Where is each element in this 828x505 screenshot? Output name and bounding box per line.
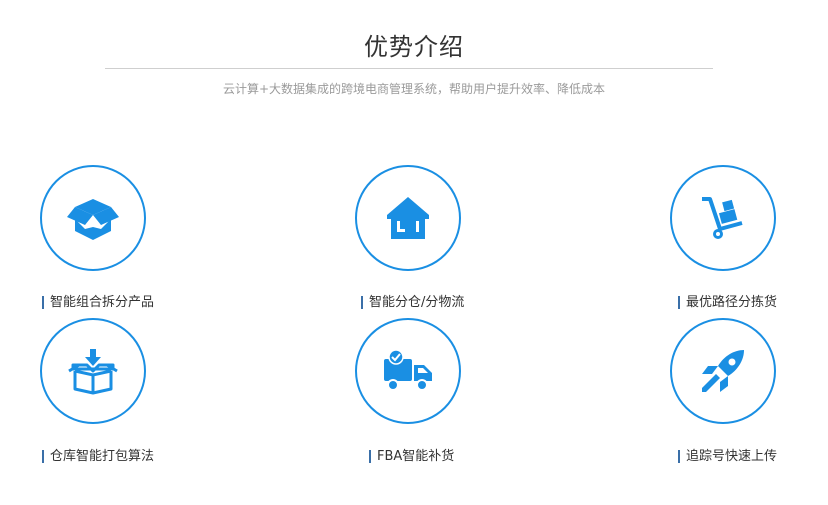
delivery-truck-icon	[384, 349, 432, 391]
icon-circle	[355, 318, 461, 424]
icon-circle	[670, 318, 776, 424]
feature-label: 仓库智能打包算法	[42, 450, 154, 463]
title-divider	[105, 68, 713, 69]
icon-circle	[40, 165, 146, 271]
page-title: 优势介绍	[364, 33, 464, 61]
feature-label: FBA智能补货	[369, 450, 454, 463]
feature-item	[40, 165, 146, 271]
feature-item	[355, 318, 461, 424]
warehouse-icon	[387, 197, 429, 239]
feature-label: 追踪号快速上传	[678, 450, 777, 463]
feature-item	[670, 318, 776, 424]
page-subtitle: 云计算+大数据集成的跨境电商管理系统，帮助用户提升效率、降低成本	[222, 82, 606, 96]
feature-label: 最优路径分拣货	[678, 296, 777, 309]
box-download-icon	[68, 349, 118, 395]
feature-item	[40, 318, 146, 424]
icon-circle	[40, 318, 146, 424]
rocket-icon	[702, 350, 744, 392]
feature-item	[355, 165, 461, 271]
feature-label: 智能分仓/分物流	[361, 296, 464, 309]
open-box-icon	[67, 199, 119, 240]
feature-label: 智能组合拆分产品	[42, 296, 154, 309]
icon-circle	[355, 165, 461, 271]
hand-truck-icon	[702, 197, 743, 239]
icon-circle	[670, 165, 776, 271]
feature-item	[670, 165, 776, 271]
